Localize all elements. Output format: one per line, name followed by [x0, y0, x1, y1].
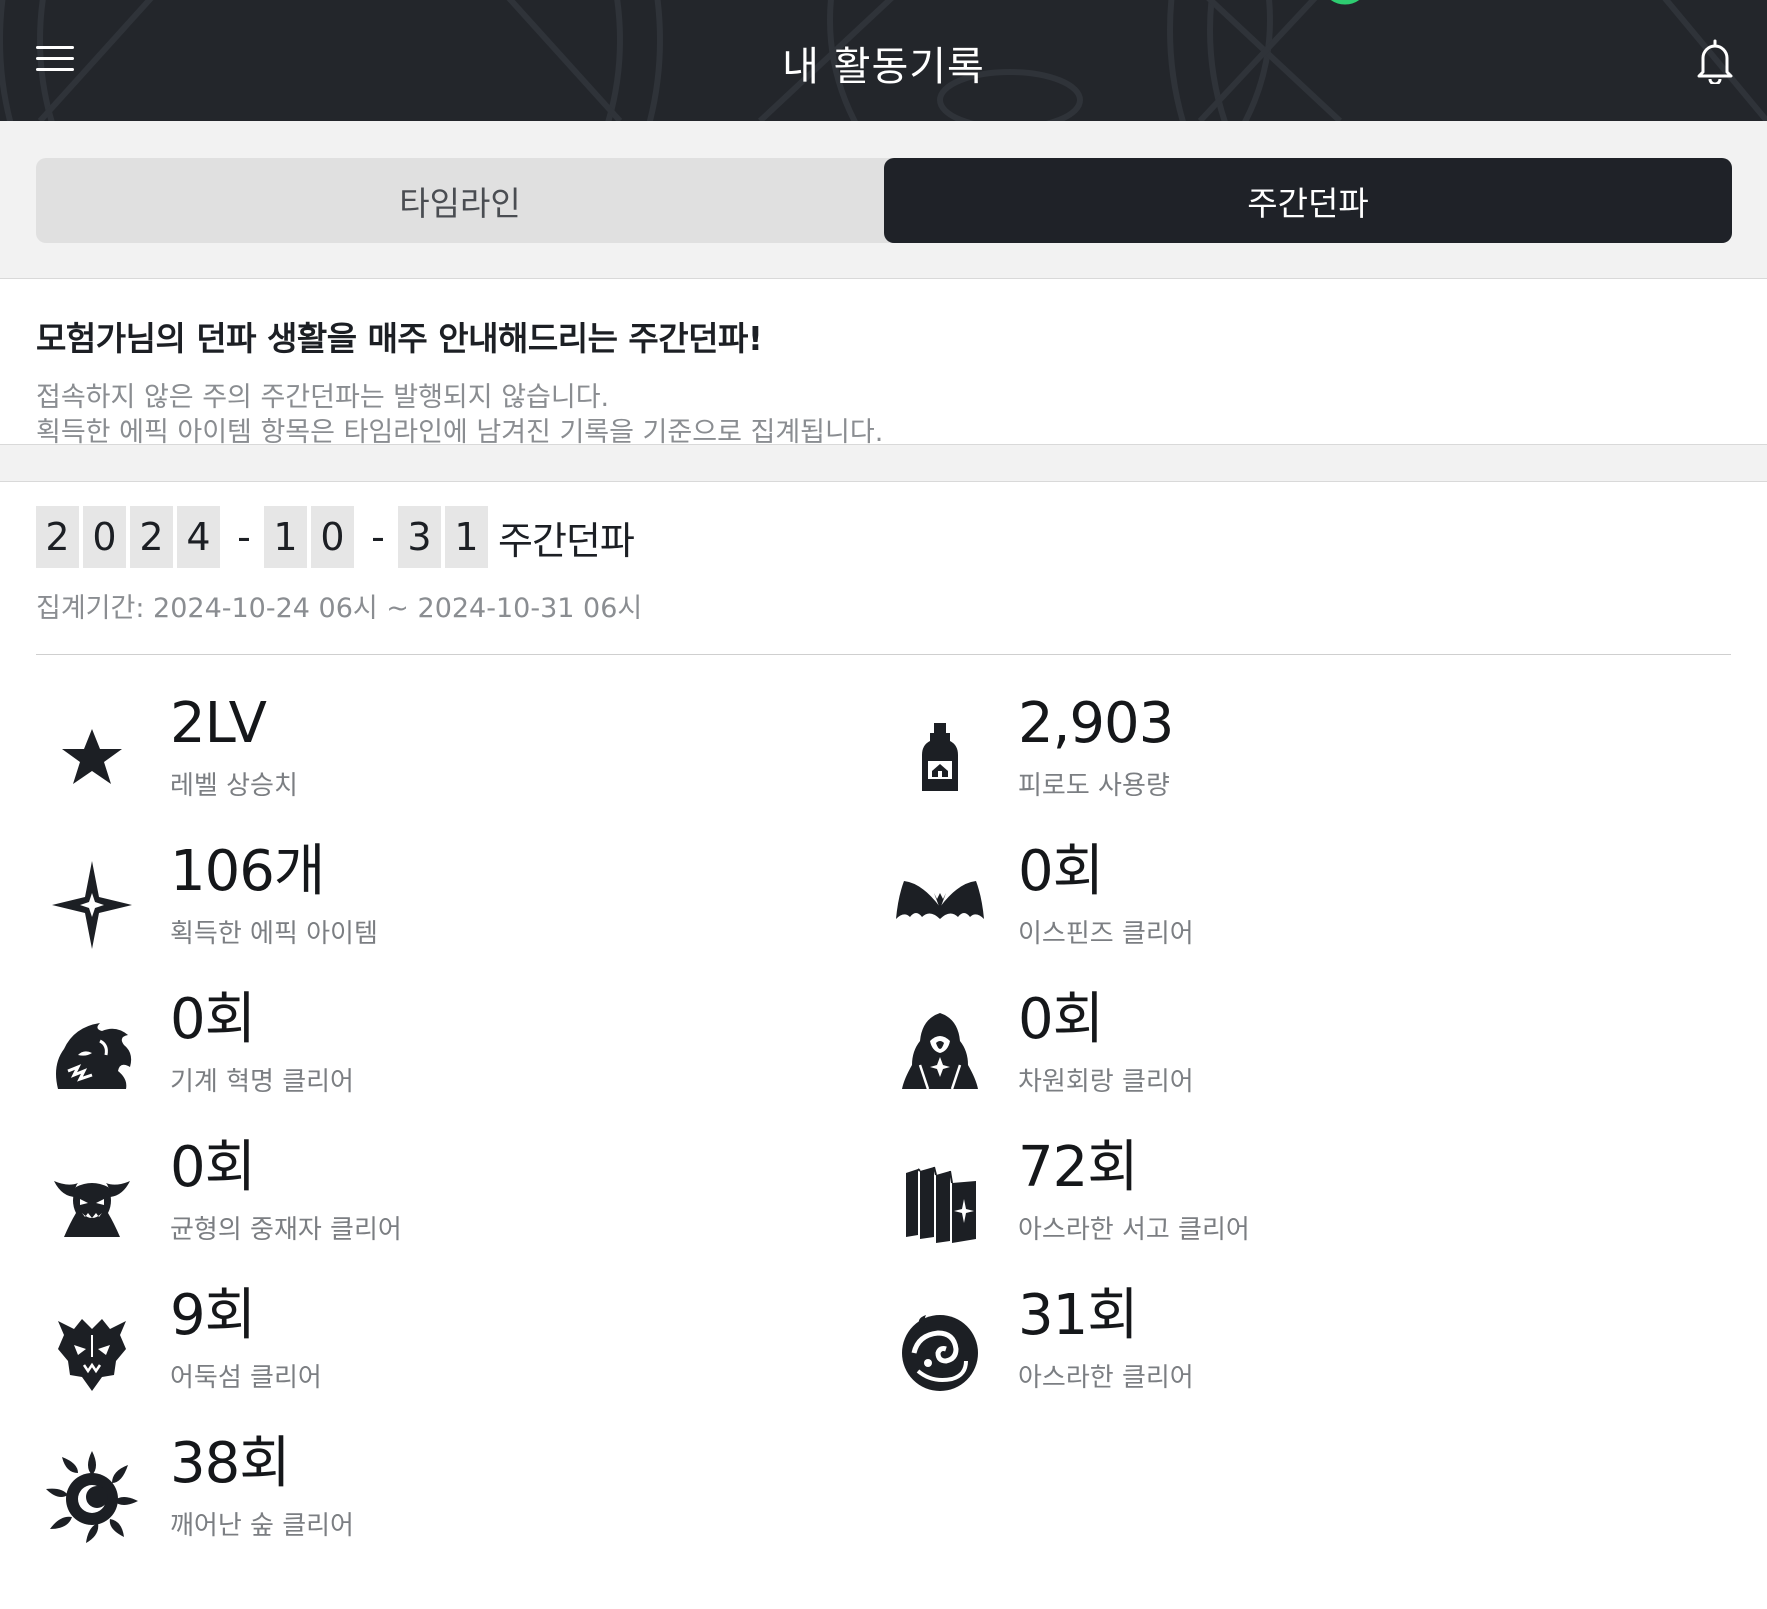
stat-value: 0회 — [1018, 839, 1104, 904]
tab-bar: 타임라인 주간던파 — [36, 158, 1732, 243]
demon-face-icon — [58, 1319, 126, 1391]
stat-value: 72회 — [1018, 1135, 1139, 1200]
dragon-head-icon — [56, 1023, 132, 1089]
stat-epic-items: 106개 획득한 에픽 아이템 — [36, 837, 736, 957]
stat-value: 106개 — [170, 839, 325, 904]
dark-sun-icon — [46, 1451, 138, 1543]
stat-asrahan-archive: 72회 아스라한 서고 클리어 — [884, 1133, 1584, 1253]
app-header: 내 활동기록 — [0, 0, 1767, 121]
intro-description: 접속하지 않은 주의 주간던파는 발행되지 않습니다. 획득한 에픽 아이템 항… — [36, 380, 1731, 450]
stat-label: 깨어난 숲 클리어 — [170, 1511, 354, 1541]
stat-fatigue: 2,903 피로도 사용량 — [884, 689, 1584, 809]
stat-label: 획득한 에픽 아이템 — [170, 919, 378, 949]
stat-value: 2,903 — [1018, 691, 1174, 756]
page-title: 내 활동기록 — [782, 44, 985, 90]
date-separator: - — [371, 515, 385, 559]
date-digit: 0 — [83, 506, 126, 568]
intro-desc-line-1: 접속하지 않은 주의 주간던파는 발행되지 않습니다. — [36, 382, 610, 413]
horned-demon-icon — [54, 1181, 130, 1237]
stats-grid: 2LV 레벨 상승치 2,903 피로도 사용량 106개 획득한 에픽 아이템 — [36, 655, 1731, 1555]
tab-weekly[interactable]: 주간던파 — [884, 158, 1732, 243]
sparkle-icon — [52, 861, 132, 949]
bat-wings-icon — [896, 881, 984, 919]
stat-label: 기계 혁명 클리어 — [170, 1067, 354, 1097]
star-icon — [62, 729, 122, 784]
stat-value: 0회 — [1018, 987, 1104, 1052]
stat-value: 0회 — [170, 987, 256, 1052]
stat-label: 아스라한 클리어 — [1018, 1363, 1194, 1393]
stat-balance-mediator: 0회 균형의 중재자 클리어 — [36, 1133, 736, 1253]
date-digit: 3 — [398, 506, 441, 568]
stat-value: 38회 — [170, 1431, 291, 1496]
stat-label: 레벨 상승치 — [170, 771, 298, 801]
intro-section: 모험가님의 던파 생활을 매주 안내해드리는 주간던파! 접속하지 않은 주의 … — [0, 279, 1767, 448]
stat-label: 이스핀즈 클리어 — [1018, 919, 1194, 949]
stat-value: 9회 — [170, 1283, 256, 1348]
report-date: 2 0 2 4 - 1 0 - 3 1 주간던파 — [36, 506, 1731, 568]
stat-level-up: 2LV 레벨 상승치 — [36, 689, 736, 809]
date-digit: 1 — [264, 506, 307, 568]
stat-label: 피로도 사용량 — [1018, 771, 1170, 801]
stat-value: 31회 — [1018, 1283, 1139, 1348]
stat-ispins: 0회 이스핀즈 클리어 — [884, 837, 1584, 957]
date-digit: 2 — [130, 506, 173, 568]
stat-awakened-forest: 38회 깨어난 숲 클리어 — [36, 1429, 736, 1549]
hooded-figure-icon — [902, 1013, 978, 1090]
bell-icon[interactable] — [1695, 38, 1735, 84]
date-digit: 1 — [445, 506, 488, 568]
swirl-emblem-icon — [902, 1315, 978, 1391]
stat-value: 0회 — [170, 1135, 256, 1200]
stat-asrahan: 31회 아스라한 클리어 — [884, 1281, 1584, 1401]
potion-bottle-icon — [922, 723, 958, 791]
report-period: 집계기간: 2024-10-24 06시 ~ 2024-10-31 06시 — [36, 586, 1731, 655]
stat-dark-island: 9회 어둑섬 클리어 — [36, 1281, 736, 1401]
date-digit: 4 — [177, 506, 220, 568]
date-digit: 2 — [36, 506, 79, 568]
section-divider — [0, 445, 1767, 482]
stat-label: 차원회랑 클리어 — [1018, 1067, 1194, 1097]
weekly-report: 2 0 2 4 - 1 0 - 3 1 주간던파 집계기간: 2024-10-2… — [0, 482, 1767, 1555]
stat-label: 어둑섬 클리어 — [170, 1363, 322, 1393]
week-label: 주간던파 — [498, 518, 635, 563]
stat-label: 아스라한 서고 클리어 — [1018, 1215, 1250, 1245]
stat-label: 균형의 중재자 클리어 — [170, 1215, 402, 1245]
date-digit: 0 — [311, 506, 354, 568]
date-separator: - — [237, 515, 251, 559]
intro-title: 모험가님의 던파 생활을 매주 안내해드리는 주간던파! — [36, 319, 763, 358]
stat-dimension-corridor: 0회 차원회랑 클리어 — [884, 985, 1584, 1105]
tab-bar-container: 타임라인 주간던파 — [0, 121, 1767, 279]
books-icon — [906, 1166, 976, 1243]
stat-value: 2LV — [170, 691, 267, 756]
stat-machine-revolution: 0회 기계 혁명 클리어 — [36, 985, 736, 1105]
tab-timeline[interactable]: 타임라인 — [36, 158, 884, 243]
